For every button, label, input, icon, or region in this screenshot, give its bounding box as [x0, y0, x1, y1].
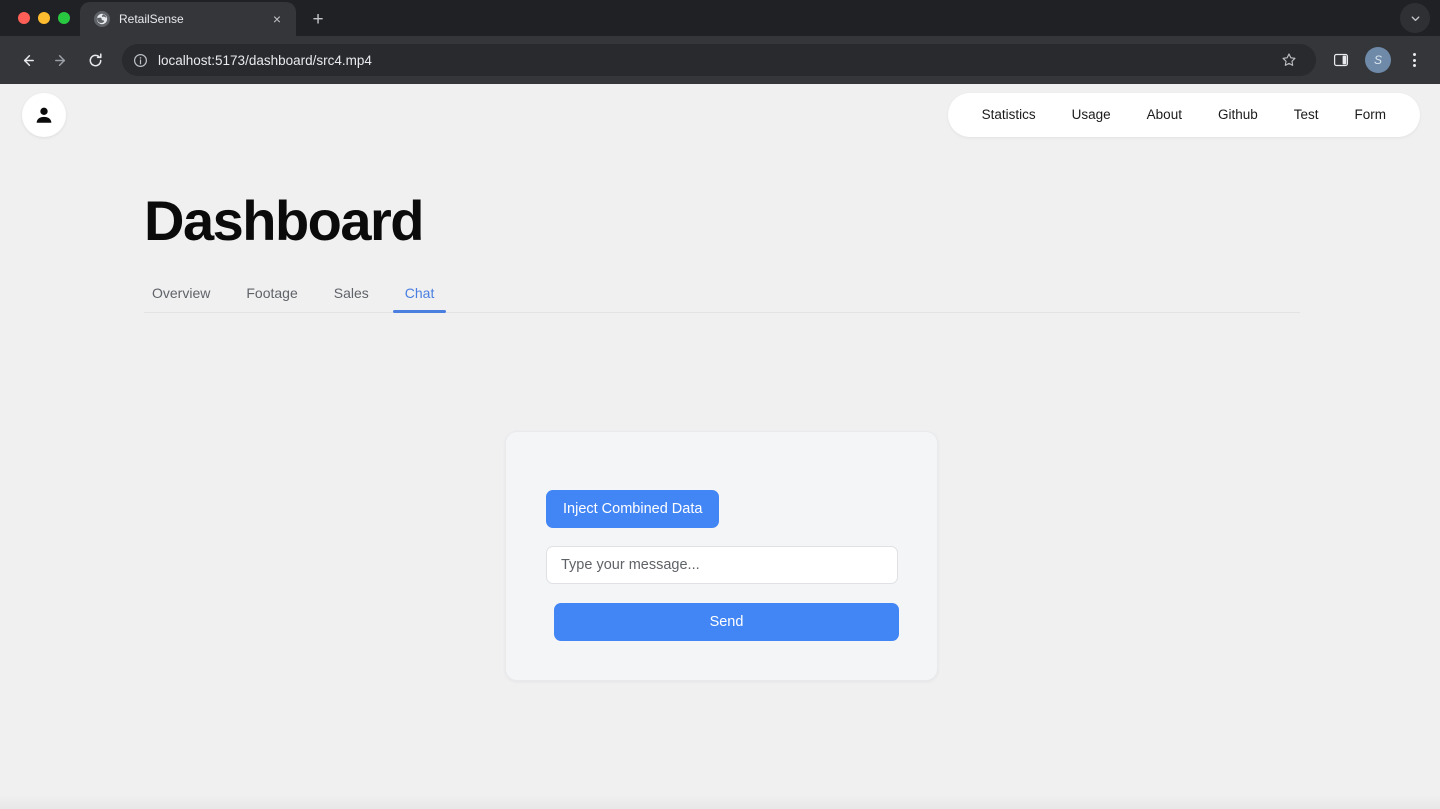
kebab-menu-icon[interactable] — [1400, 46, 1428, 74]
back-arrow-icon[interactable] — [12, 45, 42, 75]
send-button[interactable]: Send — [554, 603, 899, 641]
side-panel-icon[interactable] — [1326, 45, 1356, 75]
dashboard-tabs: Overview Footage Sales Chat — [144, 285, 1300, 313]
nav-item-form[interactable]: Form — [1337, 93, 1405, 137]
browser-toolbar: localhost:5173/dashboard/src4.mp4 S — [0, 36, 1440, 84]
top-navigation: Statistics Usage About Github Test Form — [947, 93, 1420, 137]
page-title: Dashboard — [144, 189, 425, 252]
message-input[interactable] — [546, 546, 898, 584]
maximize-window-button[interactable] — [58, 12, 70, 24]
url-text: localhost:5173/dashboard/src4.mp4 — [158, 52, 372, 68]
close-window-button[interactable] — [18, 12, 30, 24]
browser-tab-retailsense[interactable]: RetailSense × — [80, 2, 296, 36]
page-viewport: Statistics Usage About Github Test Form … — [0, 84, 1440, 809]
tab-chat[interactable]: Chat — [387, 285, 453, 313]
browser-tab-title: RetailSense — [119, 12, 184, 26]
forward-arrow-icon[interactable] — [46, 45, 76, 75]
minimize-window-button[interactable] — [38, 12, 50, 24]
nav-item-test[interactable]: Test — [1276, 93, 1337, 137]
nav-item-statistics[interactable]: Statistics — [964, 93, 1054, 137]
reload-icon[interactable] — [80, 45, 110, 75]
tab-overview[interactable]: Overview — [144, 285, 228, 312]
nav-item-usage[interactable]: Usage — [1054, 93, 1129, 137]
nav-item-about[interactable]: About — [1129, 93, 1200, 137]
browser-tabstrip: RetailSense × + — [0, 0, 1440, 36]
star-icon[interactable] — [1276, 47, 1302, 73]
new-tab-button[interactable]: + — [304, 5, 332, 33]
browser-window: RetailSense × + localhost:5173/dashboard… — [0, 0, 1440, 809]
globe-icon — [94, 11, 110, 27]
window-traffic-lights — [12, 0, 80, 36]
address-bar[interactable]: localhost:5173/dashboard/src4.mp4 — [122, 44, 1316, 76]
user-avatar-icon[interactable] — [22, 93, 66, 137]
info-circle-icon[interactable] — [132, 52, 148, 68]
profile-avatar[interactable]: S — [1365, 47, 1391, 73]
page-bottom-shadow — [0, 795, 1440, 809]
tab-sales[interactable]: Sales — [316, 285, 387, 312]
inject-combined-data-button[interactable]: Inject Combined Data — [546, 490, 720, 528]
close-icon[interactable]: × — [268, 10, 286, 28]
chat-card: Inject Combined Data Send — [505, 431, 938, 681]
chevron-down-icon[interactable] — [1400, 3, 1430, 33]
page-content: Dashboard Overview Footage Sales Chat — [0, 189, 1440, 313]
tab-footage[interactable]: Footage — [228, 285, 315, 312]
app-header: Statistics Usage About Github Test Form — [0, 84, 1440, 146]
nav-item-github[interactable]: Github — [1200, 93, 1276, 137]
